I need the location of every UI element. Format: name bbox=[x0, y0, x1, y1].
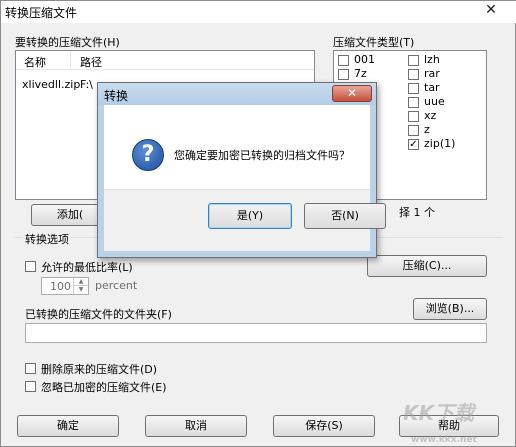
type-uue-checkbox[interactable] bbox=[408, 97, 419, 108]
type-z-checkbox[interactable] bbox=[408, 125, 419, 136]
type-xz-label: xz bbox=[424, 109, 437, 122]
options-group-label: 转换选项 bbox=[23, 231, 71, 247]
type-xz-checkbox[interactable] bbox=[408, 111, 419, 122]
type-tar-checkbox[interactable] bbox=[408, 83, 419, 94]
dialog-close-icon[interactable]: ✕ bbox=[332, 85, 372, 102]
type-zip-checkbox[interactable]: ✓ bbox=[408, 139, 419, 150]
percent-unit: percent bbox=[95, 279, 138, 292]
min-ratio-checkbox[interactable] bbox=[25, 261, 36, 272]
type-001-checkbox[interactable] bbox=[338, 55, 349, 66]
type-7z-label: 7z bbox=[354, 67, 367, 80]
no-button-label: 否(N) bbox=[331, 209, 359, 222]
close-icon[interactable]: ✕ bbox=[471, 1, 511, 19]
file-list-label: 要转换的压缩文件(H) bbox=[15, 36, 120, 49]
percent-value: 100 bbox=[50, 280, 71, 293]
column-divider bbox=[70, 51, 71, 69]
browse-button[interactable]: 浏览(B)... bbox=[413, 298, 487, 320]
column-path-header[interactable]: 路径 bbox=[80, 54, 102, 70]
compress-button-label: 压缩(C)... bbox=[402, 259, 452, 272]
save-button-label: 保存(S) bbox=[305, 419, 343, 432]
watermark-url: www.kkx.net bbox=[411, 435, 477, 445]
cancel-button-label: 取消 bbox=[185, 419, 207, 432]
yes-button[interactable]: 是(Y) bbox=[208, 203, 292, 229]
type-zip-label: zip(1) bbox=[424, 137, 456, 150]
delete-original-label: 删除原来的压缩文件(D) bbox=[41, 363, 158, 376]
file-path-cell: F:\ bbox=[80, 78, 93, 91]
type-lzh-checkbox[interactable] bbox=[408, 55, 419, 66]
cancel-button[interactable]: 取消 bbox=[145, 415, 247, 437]
dialog-title-bar: 转换 ✕ bbox=[98, 83, 376, 105]
delete-original-checkbox[interactable] bbox=[25, 363, 36, 374]
dialog-message: 您确定要加密已转换的归档文件吗？ bbox=[174, 149, 350, 162]
min-ratio-label: 允许的最低比率(L) bbox=[41, 261, 133, 274]
ignore-encrypted-label: 忽略已加密的压缩文件(E) bbox=[41, 381, 167, 394]
ignore-encrypted-checkbox[interactable] bbox=[25, 381, 36, 392]
title-bar: 转换压缩文件 ✕ bbox=[1, 1, 516, 23]
yes-button-label: 是(Y) bbox=[236, 209, 264, 222]
checkmark-icon: ✓ bbox=[409, 139, 418, 150]
type-z-label: z bbox=[424, 123, 430, 136]
type-rar-checkbox[interactable] bbox=[408, 69, 419, 80]
dialog-body: ? 您确定要加密已转换的归档文件吗？ bbox=[104, 105, 370, 189]
type-uue-label: uue bbox=[424, 95, 445, 108]
browse-button-label: 浏览(B)... bbox=[425, 302, 475, 315]
add-button-label: 添加( bbox=[56, 208, 84, 221]
type-lzh-label: lzh bbox=[424, 53, 440, 66]
ok-button-label: 确定 bbox=[57, 419, 79, 432]
ok-button[interactable]: 确定 bbox=[17, 415, 119, 437]
file-name-cell: xlivedll.zip bbox=[22, 78, 81, 91]
question-icon: ? bbox=[132, 139, 164, 171]
selected-count-text: 择 1 个 bbox=[399, 206, 435, 219]
dialog-footer: 是(Y) 否(N) bbox=[104, 189, 386, 251]
output-folder-label: 已转换的压缩文件的文件夹(F) bbox=[25, 308, 172, 321]
confirm-dialog: 转换 ✕ ? 您确定要加密已转换的归档文件吗？ 是(Y) 否(N) bbox=[97, 82, 386, 258]
type-7z-checkbox[interactable] bbox=[338, 69, 349, 80]
column-name-header[interactable]: 名称 bbox=[24, 54, 46, 70]
percent-input[interactable]: 100 ▲ ▼ bbox=[41, 277, 89, 295]
watermark-logo: KK下载 bbox=[403, 401, 474, 425]
type-rar-label: rar bbox=[424, 67, 440, 80]
type-tar-label: tar bbox=[424, 81, 440, 94]
compress-button[interactable]: 压缩(C)... bbox=[367, 255, 487, 277]
window-title: 转换压缩文件 bbox=[5, 6, 78, 20]
save-button[interactable]: 保存(S) bbox=[273, 415, 375, 437]
spin-down-icon[interactable]: ▼ bbox=[73, 285, 88, 294]
dialog-title: 转换 bbox=[104, 89, 129, 103]
archive-types-label: 压缩文件类型(T) bbox=[333, 36, 415, 49]
output-folder-input[interactable] bbox=[25, 323, 487, 343]
no-button[interactable]: 否(N) bbox=[304, 203, 386, 229]
file-list-header: 名称 路径 bbox=[16, 51, 314, 70]
type-001-label: 001 bbox=[354, 53, 375, 66]
